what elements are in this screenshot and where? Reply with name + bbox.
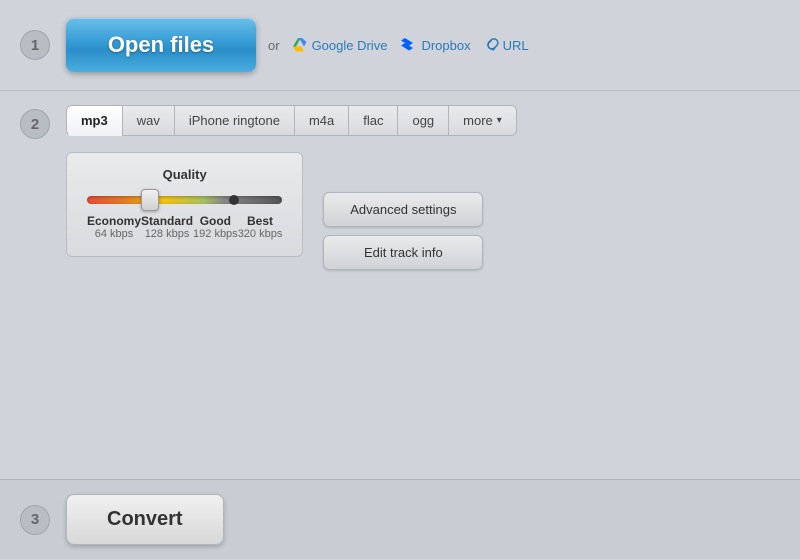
main-container: 1 Open files or Google Drive Dropbox [0, 0, 800, 559]
step3-circle: 3 [20, 505, 50, 535]
section1: 1 Open files or Google Drive Dropbox [0, 0, 800, 91]
quality-row: Quality Economy 64 kbps Standa [66, 152, 780, 270]
chevron-down-icon: ▾ [497, 115, 502, 126]
tab-wav[interactable]: wav [122, 105, 174, 136]
section3: 3 Convert [0, 479, 800, 559]
url-icon [485, 38, 499, 52]
section2: 2 mp3 wav iPhone ringtone m4a flac [0, 91, 800, 479]
edit-track-info-button[interactable]: Edit track info [323, 235, 483, 270]
tab-more[interactable]: more ▾ [448, 105, 517, 136]
quality-labels: Economy 64 kbps Standard 128 kbps Good 1… [87, 214, 282, 240]
tabs-row: mp3 wav iPhone ringtone m4a flac ogg [66, 105, 780, 136]
or-text: or [268, 38, 280, 53]
convert-button[interactable]: Convert [66, 494, 224, 545]
quality-title: Quality [87, 167, 282, 182]
step1-circle: 1 [20, 30, 50, 60]
google-drive-link[interactable]: Google Drive [292, 37, 388, 53]
slider-dot [229, 195, 239, 205]
quality-label-standard: Standard 128 kbps [141, 214, 193, 240]
url-link[interactable]: URL [485, 38, 529, 53]
google-drive-icon [292, 37, 308, 53]
section2-content: mp3 wav iPhone ringtone m4a flac ogg [66, 105, 780, 270]
advanced-settings-button[interactable]: Advanced settings [323, 192, 483, 227]
slider-track [87, 196, 282, 204]
tab-iphone-ringtone[interactable]: iPhone ringtone [174, 105, 294, 136]
slider-thumb[interactable] [141, 189, 159, 211]
cloud-links: Google Drive Dropbox URL [292, 37, 529, 53]
quality-label-good: Good 192 kbps [193, 214, 238, 240]
dropbox-icon [401, 37, 417, 53]
slider-container [87, 196, 282, 204]
step2-circle: 2 [20, 109, 50, 139]
right-buttons: Advanced settings Edit track info [323, 152, 483, 270]
tab-flac[interactable]: flac [348, 105, 397, 136]
tab-mp3[interactable]: mp3 [66, 105, 122, 136]
quality-panel: Quality Economy 64 kbps Standa [66, 152, 303, 257]
dropbox-link[interactable]: Dropbox [401, 37, 470, 53]
tab-m4a[interactable]: m4a [294, 105, 348, 136]
tab-ogg[interactable]: ogg [397, 105, 448, 136]
quality-label-best: Best 320 kbps [238, 214, 283, 240]
open-files-button[interactable]: Open files [66, 18, 256, 72]
quality-label-economy: Economy 64 kbps [87, 214, 141, 240]
